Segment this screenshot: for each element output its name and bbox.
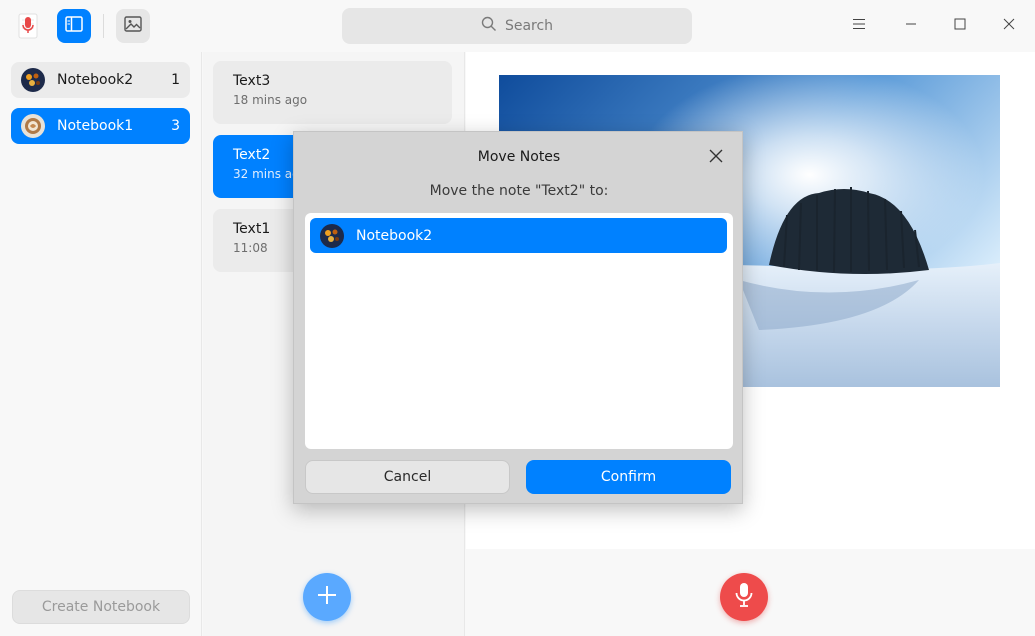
notebook-name: Notebook1	[57, 118, 134, 134]
maximize-button[interactable]	[944, 10, 976, 42]
sidebar-toggle-button[interactable]	[57, 9, 91, 43]
notebook-sidebar: Notebook2 1 Notebook1 3 Create Notebook	[0, 52, 202, 636]
notebook-name: Notebook2	[57, 72, 134, 88]
notebook-target-list: Notebook2	[305, 213, 733, 449]
note-title: Text3	[233, 73, 271, 89]
search-icon	[481, 16, 505, 36]
confirm-button[interactable]: Confirm	[526, 460, 731, 494]
notebook-avatar	[21, 114, 45, 138]
menu-icon	[852, 18, 866, 34]
insert-image-button[interactable]	[116, 9, 150, 43]
maximize-icon	[953, 17, 967, 35]
image-icon	[124, 16, 142, 36]
dialog-close-button[interactable]	[706, 148, 726, 168]
notebook-avatar	[320, 223, 344, 248]
dialog-message: Move the note "Text2" to:	[429, 183, 609, 199]
close-button[interactable]	[993, 10, 1025, 42]
notebook-count: 1	[171, 72, 180, 88]
toolbar-divider	[103, 14, 104, 38]
add-note-button[interactable]	[303, 573, 351, 621]
notebook-avatar	[21, 68, 45, 92]
menu-button[interactable]	[843, 10, 875, 42]
notebook-item-notebook1[interactable]: Notebook1 3	[11, 108, 190, 144]
microphone-icon	[734, 582, 754, 612]
voice-notes-app-icon	[14, 12, 42, 40]
target-notebook-name: Notebook2	[356, 227, 433, 244]
dialog-title: Move Notes	[477, 149, 561, 165]
search-placeholder: Search	[504, 18, 554, 34]
notebook-item-notebook2[interactable]: Notebook2 1	[11, 62, 190, 98]
plus-icon	[316, 584, 338, 610]
record-voice-button[interactable]	[720, 573, 768, 621]
target-notebook-item[interactable]: Notebook2	[310, 218, 727, 253]
notebook-count: 3	[171, 118, 180, 134]
create-notebook-button[interactable]: Create Notebook	[12, 590, 190, 624]
cancel-button[interactable]: Cancel	[305, 460, 510, 494]
close-icon	[1002, 17, 1016, 35]
note-item-text3[interactable]: Text3 18 mins ago	[213, 61, 452, 124]
close-icon	[709, 149, 723, 167]
minimize-icon	[904, 18, 918, 34]
titlebar: Search	[0, 0, 1035, 52]
minimize-button[interactable]	[895, 10, 927, 42]
move-notes-dialog: Move Notes Move the note "Text2" to: Not…	[293, 131, 743, 504]
sidebar-icon	[65, 16, 83, 36]
note-time: 18 mins ago	[233, 93, 308, 107]
search-input[interactable]: Search	[342, 8, 692, 44]
